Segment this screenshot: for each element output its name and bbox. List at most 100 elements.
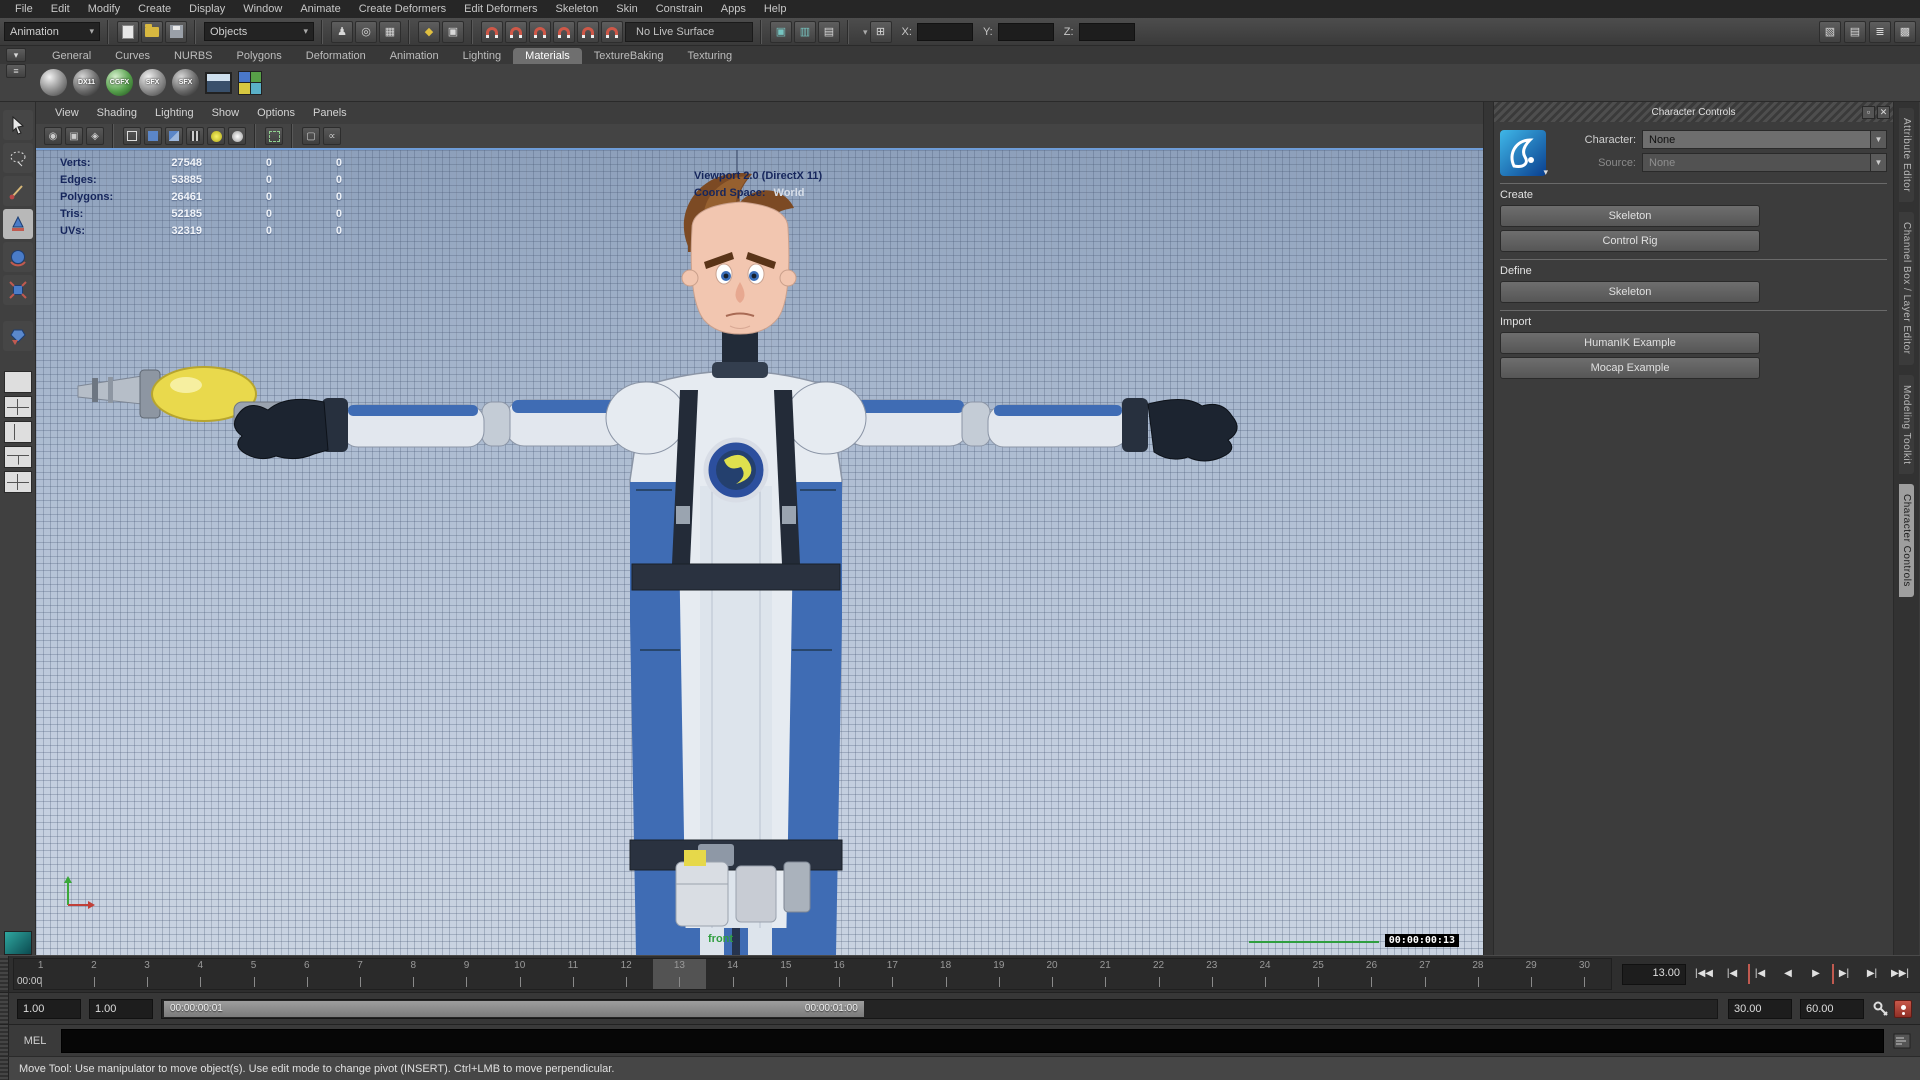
timeline-tick-15[interactable]: 15 — [759, 959, 812, 989]
timeline-tick-22[interactable]: 22 — [1132, 959, 1185, 989]
status-divider[interactable] — [319, 20, 326, 44]
film-gate-icon[interactable] — [186, 127, 204, 145]
play-forwards-button[interactable]: ▶ — [1804, 964, 1828, 984]
shaderfx-game-shader-icon[interactable]: SFX — [172, 69, 199, 96]
single-pane-layout-button[interactable] — [4, 371, 32, 393]
timeline-tick-27[interactable]: 27 — [1398, 959, 1451, 989]
command-line-grip[interactable] — [0, 1025, 9, 1056]
persp-layout-thumbnail[interactable] — [4, 931, 32, 955]
input-field-options-icon[interactable] — [857, 26, 868, 38]
timeline-tick-17[interactable]: 17 — [866, 959, 919, 989]
absolute-transform-icon[interactable]: ⊞ — [870, 21, 892, 43]
menu-skin[interactable]: Skin — [607, 0, 646, 18]
timeline-tick-26[interactable]: 26 — [1345, 959, 1398, 989]
play-backwards-button[interactable]: ◀ — [1776, 964, 1800, 984]
save-scene-icon[interactable] — [165, 21, 187, 43]
construction-history-off-icon[interactable]: ▥ — [794, 21, 816, 43]
menu-display[interactable]: Display — [180, 0, 234, 18]
shelf-tab-lighting[interactable]: Lighting — [451, 48, 514, 64]
character-model[interactable] — [36, 150, 1483, 955]
y-coordinate-input[interactable] — [998, 23, 1054, 41]
select-camera-icon[interactable]: ◉ — [44, 127, 62, 145]
env-ball-icon[interactable] — [205, 72, 232, 94]
panel-close-icon[interactable]: ✕ — [1877, 106, 1890, 119]
range-slider-grip[interactable] — [0, 993, 9, 1024]
construction-history-on-icon[interactable]: ▣ — [770, 21, 792, 43]
tab-modeling-toolkit[interactable]: Modeling Toolkit — [1899, 375, 1914, 475]
auto-keyframe-toggle-icon[interactable] — [1894, 1000, 1912, 1018]
make-live-icon[interactable] — [601, 21, 623, 43]
live-surface-field[interactable]: No Live Surface — [625, 22, 753, 42]
playback-start-field[interactable]: 1.00 — [89, 999, 153, 1019]
exposure-icon[interactable]: ∝ — [323, 127, 341, 145]
timeline-tick-5[interactable]: 5 — [227, 959, 280, 989]
menu-create-deformers[interactable]: Create Deformers — [350, 0, 455, 18]
menu-constrain[interactable]: Constrain — [647, 0, 712, 18]
status-divider[interactable] — [469, 20, 476, 44]
current-frame-field[interactable]: 13.00 — [1622, 964, 1686, 985]
xray-display-icon[interactable]: ▢ — [302, 127, 320, 145]
timeline-tick-10[interactable]: 10 — [493, 959, 546, 989]
mel-command-input[interactable] — [61, 1029, 1884, 1053]
time-slider-grip[interactable] — [0, 956, 9, 992]
panel-menu-view[interactable]: View — [46, 107, 88, 119]
shelf-tab-general[interactable]: General — [40, 48, 103, 64]
timeline-tick-23[interactable]: 23 — [1185, 959, 1238, 989]
humanik-logo-icon[interactable] — [1500, 130, 1546, 176]
status-divider[interactable] — [758, 20, 765, 44]
status-divider[interactable] — [845, 20, 852, 44]
menu-create[interactable]: Create — [129, 0, 180, 18]
timeline-tick-25[interactable]: 25 — [1292, 959, 1345, 989]
shelf-tab-texturing[interactable]: Texturing — [676, 48, 745, 64]
timeline-tick-8[interactable]: 8 — [387, 959, 440, 989]
timeline-tick-19[interactable]: 19 — [972, 959, 1025, 989]
status-divider[interactable] — [105, 20, 112, 44]
rotate-tool[interactable] — [3, 242, 33, 272]
tab-channel-box-layer-editor[interactable]: Channel Box / Layer Editor — [1899, 212, 1914, 365]
scale-tool[interactable] — [3, 275, 33, 305]
menu-edit-deformers[interactable]: Edit Deformers — [455, 0, 546, 18]
shelf-tab-arrow-icon[interactable]: ▾ — [6, 48, 26, 62]
control-rig-button[interactable]: Control Rig — [1500, 230, 1760, 252]
select-hierarchy-icon[interactable]: ♟ — [331, 21, 353, 43]
two-pane-layout-button[interactable] — [4, 421, 32, 443]
render-settings-icon[interactable]: ▤ — [818, 21, 840, 43]
three-pane-layout-button[interactable] — [4, 446, 32, 468]
menu-help[interactable]: Help — [755, 0, 796, 18]
panel-menu-panels[interactable]: Panels — [304, 107, 356, 119]
timeline-tick-18[interactable]: 18 — [919, 959, 972, 989]
timeline-tick-6[interactable]: 6 — [280, 959, 333, 989]
snap-to-grid-icon[interactable] — [481, 21, 503, 43]
animation-end-field[interactable]: 60.00 — [1800, 999, 1864, 1019]
menu-animate[interactable]: Animate — [291, 0, 349, 18]
timeline-tick-9[interactable]: 9 — [440, 959, 493, 989]
new-scene-icon[interactable] — [117, 21, 139, 43]
help-line-grip[interactable] — [0, 1057, 9, 1080]
humanik-example-button[interactable]: HumanIK Example — [1500, 332, 1760, 354]
script-editor-icon[interactable] — [1892, 1031, 1912, 1051]
timeline-tick-4[interactable]: 4 — [174, 959, 227, 989]
character-dropdown[interactable]: None ▼ — [1642, 130, 1887, 149]
mocap-example-button[interactable]: Mocap Example — [1500, 357, 1760, 379]
timeline-tick-21[interactable]: 21 — [1079, 959, 1132, 989]
step-back-frame-button[interactable]: |◀ — [1720, 964, 1744, 984]
status-divider[interactable] — [406, 20, 413, 44]
timeline-tick-1[interactable]: 1 — [14, 959, 67, 989]
create-skeleton-button[interactable]: Skeleton — [1500, 205, 1760, 227]
move-tool[interactable] — [3, 209, 33, 239]
panel-menu-lighting[interactable]: Lighting — [146, 107, 203, 119]
wireframe-display-icon[interactable] — [123, 127, 141, 145]
shelf-tab-nurbs[interactable]: NURBS — [162, 48, 225, 64]
timeline-tick-7[interactable]: 7 — [333, 959, 386, 989]
paint-select-tool[interactable] — [3, 176, 33, 206]
selection-mask-dropdown[interactable]: Objects — [204, 22, 314, 41]
menu-apps[interactable]: Apps — [712, 0, 755, 18]
status-divider[interactable] — [192, 20, 199, 44]
lasso-tool[interactable] — [3, 143, 33, 173]
select-object-icon[interactable]: ◎ — [355, 21, 377, 43]
timeline-tick-24[interactable]: 24 — [1238, 959, 1291, 989]
menu-file[interactable]: File — [6, 0, 42, 18]
color-swatches-icon[interactable] — [238, 71, 262, 95]
timeline-tick-20[interactable]: 20 — [1025, 959, 1078, 989]
select-component-icon[interactable]: ▦ — [379, 21, 401, 43]
